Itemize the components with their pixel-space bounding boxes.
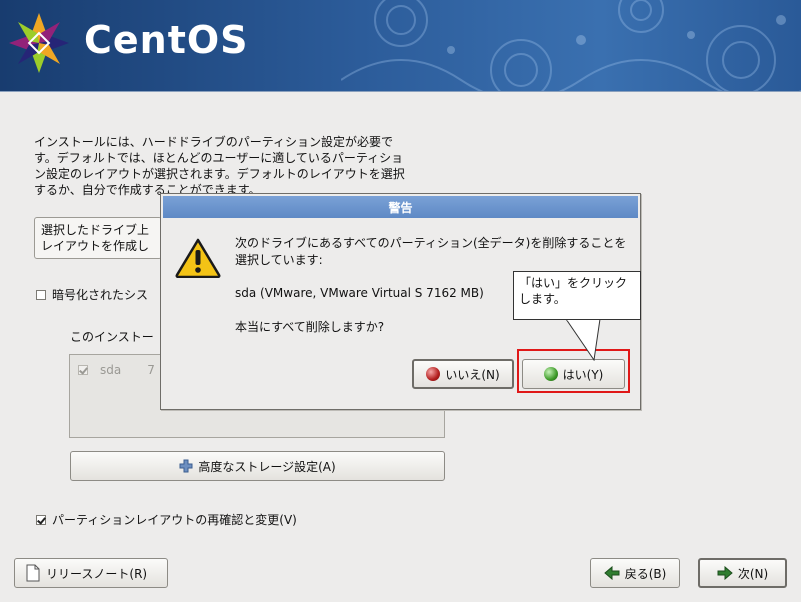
next-label: 次(N) <box>737 566 769 581</box>
layout-select[interactable]: 選択したドライブ上 レイアウトを作成し <box>34 217 162 259</box>
drive-list-label: このインストー <box>70 330 154 344</box>
review-layout-checkbox[interactable] <box>36 514 46 525</box>
drive-size: 7 <box>147 363 155 377</box>
callout-tail <box>565 319 601 361</box>
centos-logo-icon <box>9 13 69 73</box>
no-button[interactable]: いいえ(N) <box>412 359 514 389</box>
drive-checkbox[interactable] <box>78 365 88 375</box>
red-orb-icon <box>426 367 441 381</box>
instruction-callout: 「はい」をクリックします。 <box>513 271 641 320</box>
back-label: 戻る(B) <box>624 566 667 581</box>
back-button[interactable]: 戻る(B) <box>590 558 680 588</box>
release-notes-label: リリースノート(R) <box>46 566 148 581</box>
dialog-confirm-text: 本当にすべて削除しますか? <box>235 320 385 334</box>
dialog-title: 警告 <box>163 196 638 218</box>
no-label: いいえ(N) <box>445 367 500 382</box>
layout-select-text: 選択したドライブ上 レイアウトを作成し <box>41 223 150 253</box>
release-notes-button[interactable]: リリースノート(R) <box>14 558 168 588</box>
advanced-storage-button[interactable]: 高度なストレージ設定(A) <box>70 451 445 481</box>
logo-text: CentOS <box>84 18 249 62</box>
arrow-right-icon <box>717 566 733 580</box>
dialog-drive: sda (VMware, VMware Virtual S 7162 MB) <box>235 286 484 300</box>
header-banner: CentOS <box>0 0 801 91</box>
dialog-message: 次のドライブにあるすべてのパーティション(全データ)を削除することを選択していま… <box>235 236 627 267</box>
encrypt-label: 暗号化されたシス <box>52 288 149 302</box>
add-icon <box>179 459 193 473</box>
next-button[interactable]: 次(N) <box>698 558 787 588</box>
review-layout-option[interactable]: パーティションレイアウトの再確認と変更(V) <box>36 511 297 528</box>
list-item[interactable]: sda 7 <box>78 363 155 377</box>
warning-icon <box>175 238 221 278</box>
encrypt-option[interactable]: 暗号化されたシス <box>36 286 148 303</box>
arrow-left-icon <box>603 566 620 580</box>
document-icon <box>26 564 40 582</box>
encrypt-checkbox[interactable] <box>36 289 46 300</box>
intro-text: インストールには、ハードドライブのパーティション設定が必要です。デフォルトでは、… <box>34 135 405 197</box>
review-layout-label: パーティションレイアウトの再確認と変更(V) <box>52 513 297 527</box>
decorative-swirls <box>341 0 801 91</box>
advanced-storage-label: 高度なストレージ設定(A) <box>198 459 336 474</box>
drive-name: sda <box>100 363 122 377</box>
banner-divider <box>0 91 801 92</box>
